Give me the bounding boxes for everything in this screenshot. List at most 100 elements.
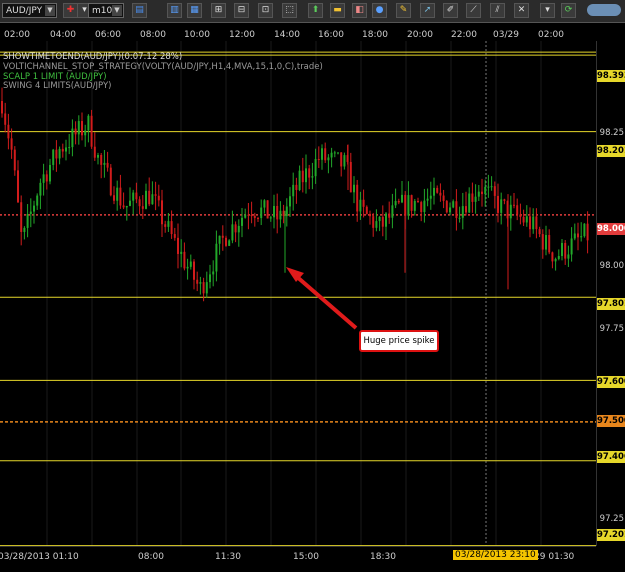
candle-body (365, 206, 368, 214)
indicator-icon[interactable]: ▬ (330, 3, 345, 18)
candle-body (538, 229, 541, 235)
price-box-level: 97.600 (597, 376, 625, 388)
plus-icon[interactable]: ✚ (63, 3, 78, 18)
candle-body (151, 194, 154, 205)
price-axis[interactable]: 98.25 98.00 97.75 97.50 97.25 (596, 41, 625, 546)
candle-body (20, 202, 23, 232)
candle-body (26, 214, 29, 228)
price-box-level: 97.500 (597, 415, 625, 427)
candle-body (557, 256, 560, 259)
candle-body (343, 155, 346, 167)
candle-body (173, 234, 176, 238)
candle-body (170, 221, 173, 235)
candle-body (461, 206, 464, 218)
candle-body (388, 213, 391, 218)
price-box-top: 98.393 (597, 70, 625, 82)
candle-body (279, 210, 282, 220)
candle-body (167, 221, 170, 227)
candle-body (157, 195, 160, 201)
timeframe-value: m10 (92, 6, 113, 16)
indicator-swing[interactable]: SWING 4 LIMITS(AUD/JPY) (3, 82, 323, 92)
candle-body (324, 148, 327, 161)
cursor-time-label: 03/28/2013 23:10 (453, 550, 538, 560)
candle-body (39, 182, 42, 196)
candle-body (570, 238, 573, 255)
price-label: 97.75 (599, 324, 624, 334)
time-label: 03/28/2013 01:10 (0, 552, 79, 562)
candle-body (554, 258, 557, 262)
grid-icon[interactable]: ⊡ (258, 3, 273, 18)
candle-body (135, 192, 138, 200)
toolbar: AUD/JPY ▼ ✚ ▾ m10 ▼ ▤ ▥ ▦ ⊞ ⊟ ⊡ ⬚ ⬆ ▬ ◧ … (0, 0, 625, 23)
candle-body (205, 282, 208, 294)
candle-body (465, 206, 467, 213)
candle-body (445, 200, 448, 213)
candle-body (93, 146, 96, 158)
candle-body (212, 271, 215, 275)
candle-body (417, 201, 419, 203)
time-label: 20:00 (407, 30, 433, 40)
price-box-bottom: 97.201 (597, 529, 625, 541)
candle-body (407, 195, 410, 216)
indicator-list: SHOWTIMETOEND(AUD/JPY)(0:07:12 28%) VOLT… (3, 52, 323, 92)
time-label: 16:00 (318, 30, 344, 40)
time-label: 12:00 (229, 30, 255, 40)
candle-body (471, 193, 474, 202)
candle-body (381, 216, 384, 227)
template-icon[interactable]: ◧ (352, 3, 367, 18)
candle-body (516, 205, 519, 215)
candle-body (337, 152, 339, 154)
candle-body (289, 196, 291, 207)
pencil-icon[interactable]: ✐ (443, 3, 458, 18)
candle-body (545, 235, 547, 250)
zoom-out-icon[interactable]: ⊟ (234, 3, 249, 18)
candle-body (490, 186, 493, 188)
candle-body (327, 157, 330, 161)
candle-body (1, 101, 3, 114)
arrow-icon[interactable]: ➚ (420, 3, 435, 18)
candle-body (116, 187, 119, 201)
candle-body (161, 200, 163, 225)
candlestick-icon[interactable]: ▥ (167, 3, 182, 18)
line-chart-icon[interactable]: ▦ (187, 3, 202, 18)
zoom-in-icon[interactable]: ⊞ (211, 3, 226, 18)
crosshair-icon[interactable]: ● (372, 3, 387, 18)
autoscroll-icon[interactable]: ⬚ (282, 3, 297, 18)
candle-body (292, 184, 295, 197)
slider-toggle[interactable] (587, 4, 621, 16)
time-label: 02:00 (4, 30, 30, 40)
candle-body (52, 149, 55, 165)
timeframe-select[interactable]: m10 ▼ (88, 3, 124, 18)
candle-body (474, 196, 477, 202)
symbol-value: AUD/JPY (6, 6, 43, 16)
symbol-select[interactable]: AUD/JPY ▼ (2, 3, 57, 18)
candle-body (29, 211, 32, 215)
candle-body (77, 121, 80, 135)
shift-icon[interactable]: ⬆ (308, 3, 323, 18)
text-icon[interactable]: ✎ (396, 3, 411, 18)
candle-body (58, 148, 61, 159)
refresh-icon[interactable]: ⟳ (561, 3, 576, 18)
channel-icon[interactable]: ⫽ (490, 3, 505, 18)
fib-icon[interactable]: ⟋ (466, 3, 481, 18)
candle-body (260, 207, 263, 219)
candle-body (372, 216, 375, 228)
menu-icon[interactable]: ▾ (540, 3, 555, 18)
candle-body (237, 225, 240, 233)
candle-body (241, 217, 243, 226)
delete-icon[interactable]: ✕ (514, 3, 529, 18)
time-label: 10:00 (184, 30, 210, 40)
candle-body (548, 235, 551, 253)
candle-body (519, 214, 522, 217)
annotation-callout[interactable]: Huge price spike (359, 330, 439, 352)
candle-body (455, 201, 458, 218)
candle-body (493, 186, 496, 196)
candle-body (285, 206, 288, 217)
candle-body (257, 217, 259, 219)
candle-body (391, 205, 394, 218)
candle-body (513, 204, 515, 206)
candlestick-chart[interactable] (0, 41, 596, 546)
candle-body (442, 195, 445, 201)
candle-body (500, 199, 503, 213)
bar-chart-icon[interactable]: ▤ (132, 3, 147, 18)
